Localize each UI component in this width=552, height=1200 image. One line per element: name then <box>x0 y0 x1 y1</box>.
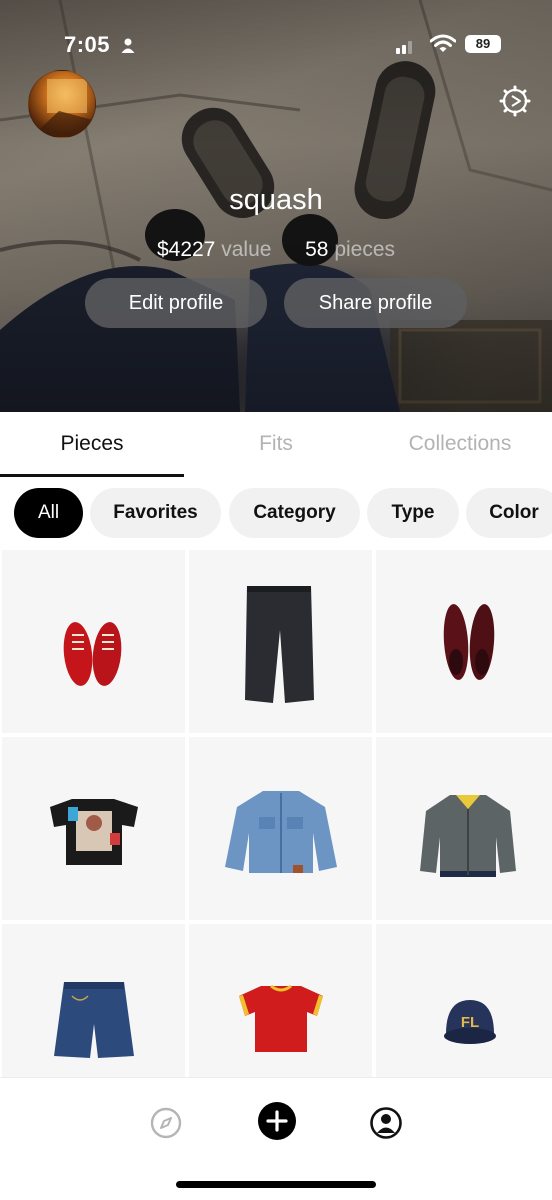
filter-type[interactable]: Type <box>367 488 459 538</box>
piece-grey-varsity-jacket[interactable] <box>376 737 552 920</box>
filter-all[interactable]: All <box>14 488 83 538</box>
cap-logo-text: FL <box>461 1014 479 1031</box>
tab-collections[interactable]: Collections <box>368 432 552 456</box>
profile-icon[interactable] <box>369 1106 403 1140</box>
share-profile-button[interactable]: Share profile <box>284 278 467 328</box>
tab-pieces[interactable]: Pieces <box>0 432 184 456</box>
piece-burgundy-loafers[interactable] <box>376 550 552 733</box>
signal-icon <box>396 41 412 54</box>
person-icon <box>121 38 135 53</box>
profile-tabs: Pieces Fits Collections <box>0 412 552 478</box>
red-sneakers-image <box>63 622 122 686</box>
profile-stats: $4227 value 58 pieces <box>0 238 552 262</box>
piece-black-pants[interactable] <box>189 550 372 733</box>
avatar[interactable] <box>28 70 96 138</box>
graphic-tshirt-image <box>50 799 138 865</box>
tab-fits[interactable]: Fits <box>184 432 368 456</box>
value-amount: $4227 <box>156 238 216 261</box>
denim-jacket-image <box>225 791 337 873</box>
pieces-count: 58 <box>305 238 329 261</box>
grey-varsity-jacket-image <box>420 795 516 877</box>
wifi-icon <box>430 34 456 52</box>
filter-category[interactable]: Category <box>229 488 360 538</box>
status-time: 7:05 <box>64 32 111 57</box>
pieces-label: pieces <box>334 238 396 261</box>
value-label: value <box>221 238 272 261</box>
piece-red-sneakers[interactable] <box>2 550 185 733</box>
add-icon[interactable] <box>258 1102 296 1140</box>
burgundy-loafers-image <box>443 604 495 680</box>
piece-graphic-tshirt[interactable] <box>2 737 185 920</box>
battery-indicator: 89 <box>465 35 501 53</box>
filter-favorites[interactable]: Favorites <box>90 488 221 538</box>
profile-username: squash <box>229 184 323 216</box>
profile-header: 7:05 89 squash $4227 value 58 pieces Edi… <box>0 0 552 412</box>
settings-icon[interactable] <box>499 85 531 117</box>
status-bar: 7:05 89 <box>0 28 552 64</box>
active-tab-indicator <box>0 474 184 477</box>
filter-color[interactable]: Color <box>466 488 552 538</box>
edit-profile-button[interactable]: Edit profile <box>85 278 267 328</box>
piece-denim-jacket[interactable] <box>189 737 372 920</box>
black-pants-image <box>245 586 314 703</box>
filter-chips: All Favorites Category Type Color <box>0 488 552 540</box>
home-indicator <box>176 1181 376 1188</box>
compass-icon[interactable] <box>149 1106 183 1140</box>
